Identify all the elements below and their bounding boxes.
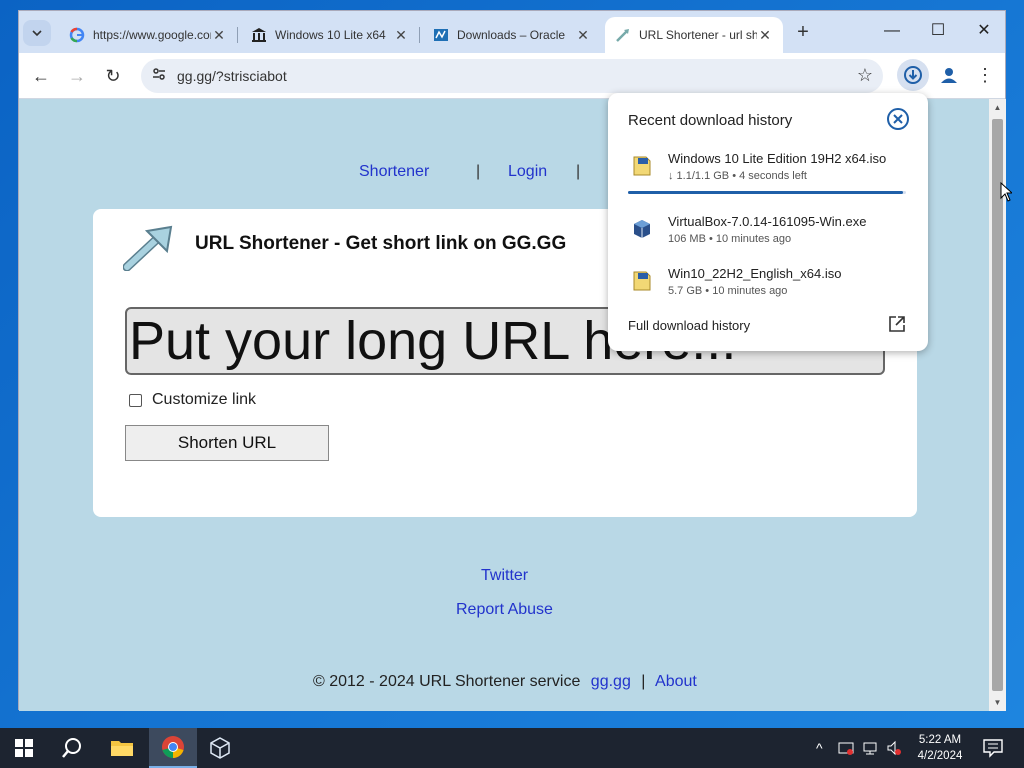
- new-tab-button[interactable]: +: [791, 21, 815, 45]
- nav-divider: |: [476, 163, 481, 180]
- nav-shortener-link[interactable]: Shortener: [359, 163, 429, 181]
- tab-google[interactable]: https://www.google.com ✕: [59, 17, 238, 53]
- footer-divider: |: [641, 673, 646, 690]
- panel-heading: Recent download history: [628, 112, 793, 129]
- tab-windows-lite[interactable]: Windows 10 Lite x64 ✕: [241, 17, 420, 53]
- menu-button[interactable]: ⋮: [971, 59, 999, 91]
- chevron-up-icon[interactable]: ^: [816, 740, 823, 756]
- download-meta: 106 MB • 10 minutes ago: [668, 233, 792, 245]
- notification-icon[interactable]: [982, 738, 1004, 758]
- clock-time: 5:22 AM: [918, 734, 962, 746]
- scroll-up-arrow[interactable]: ▲: [989, 99, 1006, 116]
- nav-login-link[interactable]: Login: [508, 163, 547, 181]
- profile-button[interactable]: [933, 59, 965, 91]
- page-title: URL Shortener - Get short link on GG.GG: [195, 233, 567, 254]
- chevron-down-icon: [32, 30, 42, 37]
- back-button[interactable]: ←: [27, 62, 55, 90]
- customize-label: Customize link: [152, 391, 257, 408]
- copyright-text: © 2012 - 2024 URL Shortener service: [313, 673, 581, 690]
- security-icon[interactable]: [838, 740, 854, 759]
- gg-link[interactable]: gg.gg: [591, 673, 631, 690]
- forward-button[interactable]: →: [63, 62, 91, 90]
- close-icon[interactable]: ✕: [575, 27, 591, 44]
- close-icon[interactable]: ✕: [393, 27, 409, 44]
- tab-title: Windows 10 Lite x64: [275, 28, 386, 42]
- virtualbox-icon: [634, 220, 650, 238]
- nav-divider: |: [576, 163, 581, 180]
- maximize-button[interactable]: ☐: [915, 17, 961, 45]
- download-progress-bar: [628, 191, 906, 194]
- system-clock[interactable]: 5:22 AM 4/2/2024: [900, 732, 980, 764]
- full-download-history-link[interactable]: Full download history: [628, 318, 750, 333]
- google-icon: [69, 27, 85, 43]
- reload-button[interactable]: ↻: [99, 62, 127, 90]
- windows-logo-icon: [15, 739, 33, 757]
- close-icon[interactable]: ✕: [757, 27, 773, 44]
- download-icon: [904, 66, 922, 84]
- tab-title: https://www.google.com: [93, 28, 211, 42]
- download-item[interactable]: VirtualBox-7.0.14-161095-Win.exe 106 MB …: [628, 214, 918, 260]
- tab-title: Downloads – Oracle: [457, 28, 566, 42]
- tab-title: URL Shortener - url shortener: [639, 28, 757, 42]
- arrow-icon: [615, 27, 631, 43]
- minimize-button[interactable]: —: [869, 17, 915, 45]
- search-icon: [62, 738, 81, 758]
- taskbar: ^ 5:22 AM 4/2/2024: [0, 728, 1024, 768]
- close-icon[interactable]: [886, 107, 910, 131]
- download-filename: Win10_22H2_English_x64.iso: [668, 266, 842, 281]
- scroll-down-arrow[interactable]: ▼: [989, 694, 1006, 711]
- search-button[interactable]: [48, 728, 96, 768]
- iso-file-icon: [633, 156, 651, 176]
- mouse-cursor-icon: [1000, 182, 1012, 202]
- twitter-link[interactable]: Twitter: [481, 567, 528, 585]
- clock-date: 4/2/2024: [917, 750, 963, 762]
- close-window-button[interactable]: ✕: [961, 17, 1007, 45]
- download-meta: 5.7 GB • 10 minutes ago: [668, 285, 788, 297]
- tab-oracle[interactable]: Downloads – Oracle ✕: [423, 17, 601, 53]
- scroll-thumb[interactable]: [992, 119, 1003, 691]
- customize-checkbox[interactable]: [129, 393, 142, 407]
- tab-search-button[interactable]: [23, 20, 51, 46]
- download-progress-fill: [628, 191, 904, 194]
- file-explorer-button[interactable]: [98, 728, 146, 768]
- bookmark-star-icon[interactable]: ☆: [857, 65, 873, 86]
- network-icon[interactable]: [862, 740, 878, 759]
- logo-arrow-icon: [123, 225, 173, 271]
- folder-icon: [111, 741, 133, 756]
- download-meta: ↓ 1.1/1.1 GB • 4 seconds left: [668, 170, 807, 182]
- virtualbox-icon: [210, 737, 230, 759]
- avatar-icon: [941, 68, 957, 83]
- iso-file-icon: [633, 271, 651, 291]
- report-abuse-link[interactable]: Report Abuse: [456, 601, 553, 619]
- shorten-url-button[interactable]: Shorten URL: [125, 425, 329, 461]
- virtualbox-taskbar-button[interactable]: [196, 728, 244, 768]
- start-button[interactable]: [0, 728, 48, 768]
- chrome-icon: [162, 736, 184, 758]
- site-info-icon[interactable]: [149, 66, 169, 86]
- tab-strip: https://www.google.com ✕ Windows 10 Lite…: [19, 11, 1005, 53]
- close-icon[interactable]: ✕: [211, 27, 227, 44]
- url-text: gg.gg/?strisciabot: [177, 68, 287, 84]
- download-filename: Windows 10 Lite Edition 19H2 x64.iso: [668, 151, 887, 166]
- chrome-taskbar-button[interactable]: [149, 728, 197, 768]
- address-bar[interactable]: gg.gg/?strisciabot ☆: [141, 59, 883, 93]
- archive-icon: [251, 27, 267, 43]
- downloads-button[interactable]: [897, 59, 929, 91]
- download-item[interactable]: Win10_22H2_English_x64.iso 5.7 GB • 10 m…: [628, 266, 918, 312]
- about-link[interactable]: About: [655, 673, 697, 690]
- download-history-panel: Recent download history Windows 10 Lite …: [608, 93, 928, 351]
- oracle-icon: [433, 27, 449, 43]
- tab-url-shortener[interactable]: URL Shortener - url shortener ✕: [605, 17, 783, 53]
- footer: © 2012 - 2024 URL Shortener service gg.g…: [313, 673, 697, 691]
- download-filename: VirtualBox-7.0.14-161095-Win.exe: [668, 214, 867, 229]
- open-in-new-icon[interactable]: [888, 315, 906, 333]
- customize-link-option[interactable]: Customize link: [129, 391, 256, 409]
